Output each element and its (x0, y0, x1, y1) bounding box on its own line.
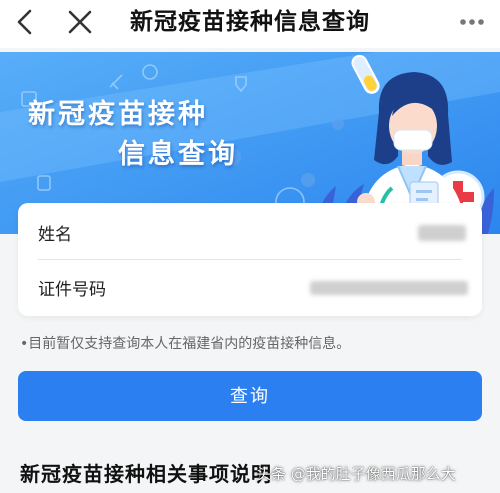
id-number-field-value[interactable] (310, 281, 468, 295)
id-number-label: 证件号码 (38, 280, 106, 300)
page-title: 新冠疫苗接种信息查询 (130, 9, 370, 35)
query-notice: •目前暂仅支持查询本人在福建省内的疫苗接种信息。 (20, 336, 351, 352)
close-icon[interactable] (64, 6, 96, 38)
banner-title-line1: 新冠疫苗接种 (28, 99, 208, 130)
query-form-card: 姓名 证件号码 (18, 203, 482, 316)
name-label: 姓名 (38, 225, 72, 245)
query-button[interactable]: 查询 (18, 371, 482, 421)
top-navigation-bar: 新冠疫苗接种信息查询 (0, 0, 500, 48)
divider (38, 259, 462, 260)
more-icon[interactable] (458, 10, 486, 34)
chevron-left-icon[interactable] (10, 6, 42, 38)
section-title: 新冠疫苗接种相关事项说明 (20, 462, 272, 486)
name-field-value[interactable] (418, 225, 466, 241)
watermark: 头条 @我的肚子像西瓜那么大 (256, 465, 456, 483)
banner-title-line2: 信息查询 (118, 139, 238, 170)
